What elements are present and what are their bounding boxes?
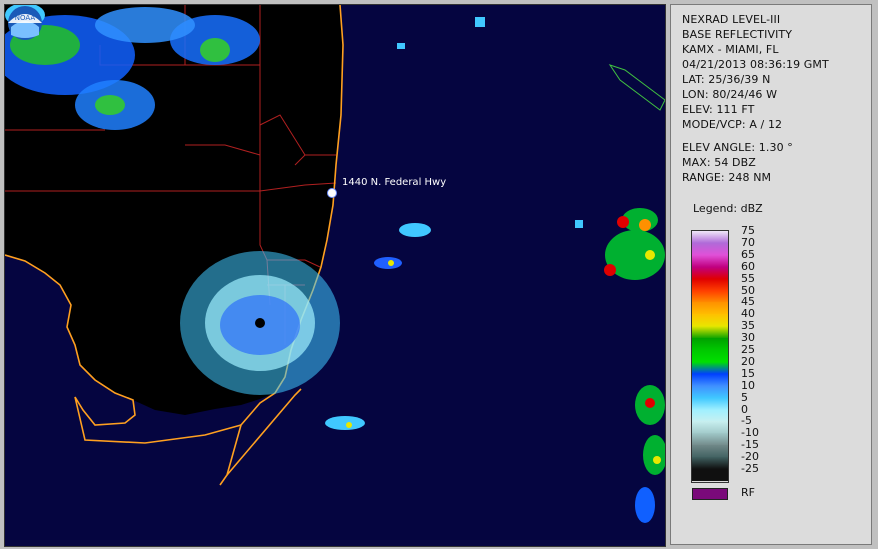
range: RANGE: 248 NM <box>682 171 772 184</box>
timestamp: 04/21/2013 08:36:19 GMT <box>682 58 829 71</box>
noaa-logo: NOAA <box>8 6 42 40</box>
location-marker[interactable] <box>327 188 337 198</box>
product-name: NEXRAD LEVEL-III <box>682 13 781 26</box>
legend-bar-border <box>691 230 729 483</box>
map-canvas <box>5 5 665 523</box>
rf-swatch <box>692 488 728 500</box>
bahamas-outline <box>608 64 665 111</box>
max-dbz: MAX: 54 DBZ <box>682 156 756 169</box>
mode-vcp: MODE/VCP: A / 12 <box>682 118 783 131</box>
legend-label: -25 <box>741 462 759 475</box>
info-panel: NEXRAD LEVEL-III BASE REFLECTIVITY KAMX … <box>670 4 872 545</box>
rf-label: RF <box>741 486 755 499</box>
legend-title: Legend: dBZ <box>693 202 763 215</box>
latitude: LAT: 25/36/39 N <box>682 73 771 86</box>
longitude: LON: 80/24/46 W <box>682 88 778 101</box>
noaa-text: NOAA <box>15 14 36 22</box>
location-label: 1440 N. Federal Hwy <box>342 177 447 188</box>
radar-map[interactable]: 1440 N. Federal Hwy NOAA <box>4 4 666 547</box>
station-name: KAMX - MIAMI, FL <box>682 43 779 56</box>
elevation: ELEV: 111 FT <box>682 103 755 116</box>
elev-angle: ELEV ANGLE: 1.30 ° <box>682 141 793 154</box>
product-type: BASE REFLECTIVITY <box>682 28 793 41</box>
